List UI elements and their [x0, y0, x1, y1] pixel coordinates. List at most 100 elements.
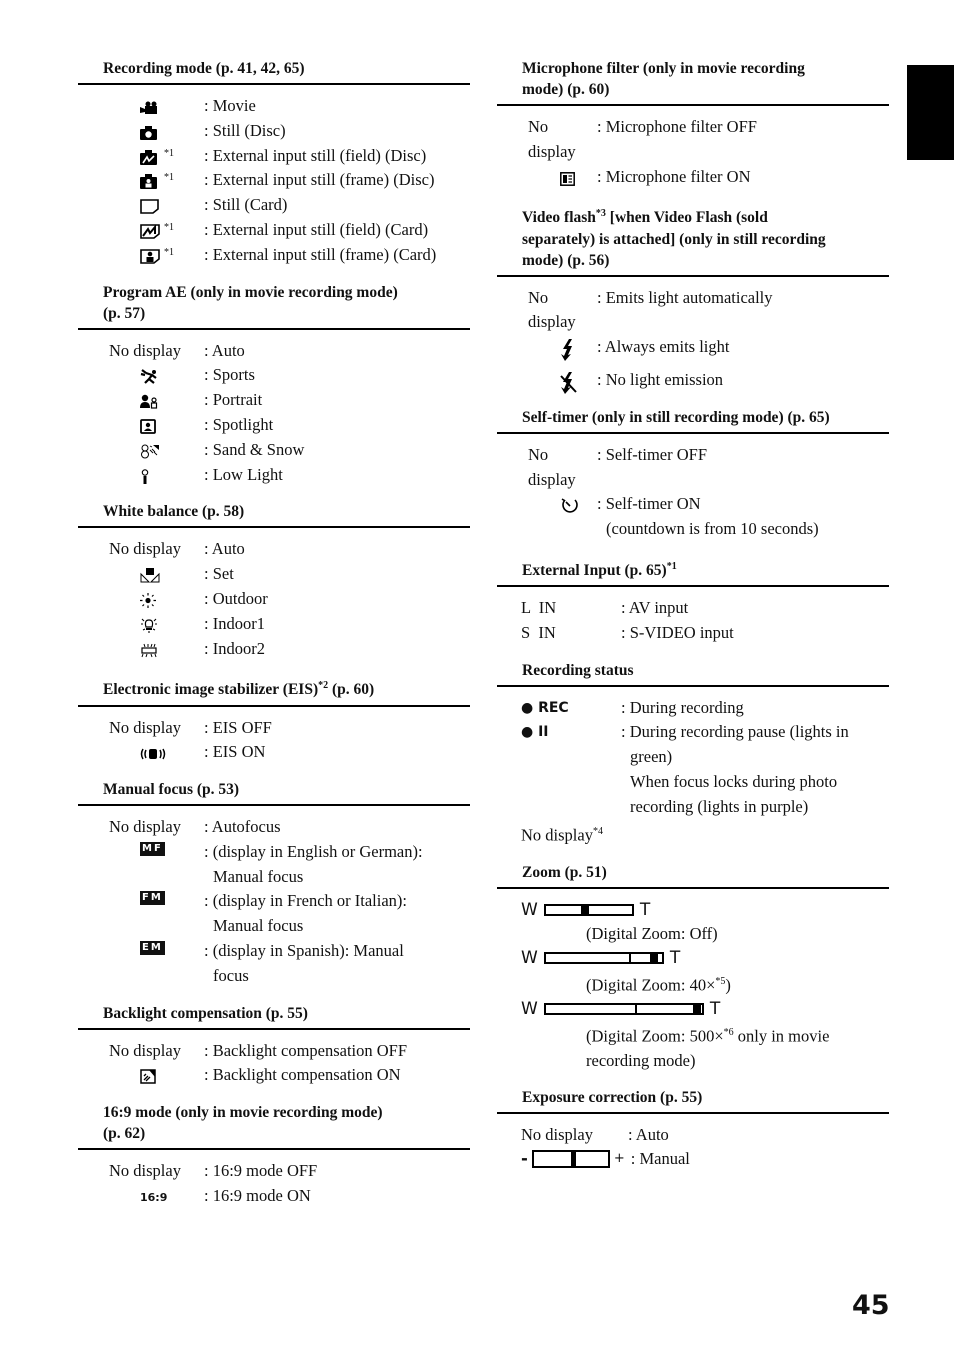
section-title: Microphone filter (only in movie recordi… [497, 58, 889, 106]
list-item: MF : (display in English or German): Manu… [140, 841, 423, 886]
list-item: *1: External input still (field) (Disc) [78, 144, 470, 169]
minus-icon: - [521, 1148, 528, 1168]
list-item: ● REC: During recording [497, 696, 889, 721]
list-item: No display: Auto [78, 339, 470, 364]
list-item: : Set [78, 562, 470, 587]
list-item: - + : Manual [497, 1147, 889, 1171]
list-item: : Indoor1 [78, 612, 470, 637]
section-title: Manual focus (p. 53) [78, 779, 470, 807]
wide-label: W [521, 947, 538, 968]
wide-label: W [521, 899, 538, 920]
no-display-label: No display [109, 1161, 181, 1181]
steady-hand-icon [140, 744, 166, 769]
section-title: Electronic image stabilizer (EIS)*2 (p. … [78, 675, 470, 707]
list-item: No display: Self-timer OFF [497, 443, 889, 493]
section-title: Program AE (only in movie recording mode… [78, 282, 470, 330]
list-item: No display: Microphone filter OFF [497, 115, 889, 165]
section-title: Recording status [497, 660, 889, 687]
list-item: No display: Backlight compensation OFF [78, 1039, 470, 1064]
section-program-ae: Program AE (only in movie recording mode… [78, 282, 470, 502]
list-item: : Always emits light [497, 335, 889, 362]
section-title: Backlight compensation (p. 55) [78, 1003, 470, 1030]
list-item: 16:9: 16:9 mode ON [78, 1184, 470, 1209]
footnote-marker: *1 [164, 221, 174, 233]
section-external-input: External Input (p. 65)*1 L IN: AV input S… [497, 556, 889, 660]
list-item: : Sand & Snow [78, 438, 470, 463]
section-title: Exposure correction (p. 55) [497, 1087, 889, 1114]
section-video-flash: Video flash*3 [when Video Flash (sold sep… [497, 203, 889, 406]
list-item: No display: Auto [78, 537, 470, 562]
low-light-icon [140, 467, 150, 492]
list-item: : No light emission [497, 368, 889, 394]
no-display-label: No display [528, 444, 576, 489]
page-number: 45 [852, 1290, 890, 1321]
list-item: : Still (Card) [78, 193, 470, 218]
section-eis: Electronic image stabilizer (EIS)*2 (p. … [78, 675, 470, 779]
zoom-caption: (Digital Zoom: 500×*6 only in movie recor… [586, 1026, 830, 1070]
zoom-bar [543, 1003, 704, 1016]
list-item: : Portrait [78, 388, 470, 413]
chapter-tab-marker [907, 65, 954, 160]
no-display-label: No display [528, 287, 576, 332]
manual-focus-badge-icon: FM [140, 891, 165, 906]
footnote-marker: *1 [164, 147, 174, 159]
no-display-label: No display [521, 825, 593, 845]
section-title: White balance (p. 58) [78, 501, 470, 529]
section-self-timer: Self-timer (only in still recording mode… [497, 407, 889, 556]
list-item: : Indoor2 [78, 637, 470, 662]
manual-focus-badge-icon: EM [140, 941, 165, 956]
list-item: L IN: AV input [497, 596, 889, 621]
list-item: : Still (Disc) [78, 119, 470, 144]
list-item: EM : (display in Spanish): Manual focus [140, 941, 404, 985]
input-label: L IN [521, 598, 557, 618]
list-item: No display: Autofocus [78, 815, 470, 840]
list-item: : Microphone filter ON [497, 165, 889, 190]
zoom-caption: (Digital Zoom: Off) [586, 923, 718, 943]
zoom-indicator: W T (Digital Zoom: Off) [497, 898, 889, 946]
flash-icon [560, 339, 574, 369]
section-zoom: Zoom (p. 51) W T (Digital Zoom: Off) W T (D… [497, 862, 889, 1087]
list-item: : Backlight compensation ON [78, 1063, 470, 1088]
list-item: No display*4 [521, 825, 603, 845]
section-recording-mode: Recording mode (p. 41, 42, 65) : Movie: … [78, 58, 470, 282]
list-item: : Outdoor [78, 587, 470, 612]
zoom-position-marker [693, 1005, 702, 1014]
tele-label: T [709, 999, 721, 1020]
flash-off-icon [560, 371, 578, 402]
list-item: S IN: S-VIDEO input [497, 621, 889, 646]
footnote-marker: *1 [164, 246, 174, 258]
list-item: : Sports [78, 363, 470, 388]
list-item: No display: Auto [497, 1123, 889, 1147]
backlight-icon [140, 1067, 156, 1092]
zoom-bar [543, 903, 634, 916]
no-display-label: No display [528, 117, 576, 161]
section-recording-status: Recording status ● REC: During recording… [497, 660, 889, 862]
section-title: Zoom (p. 51) [497, 862, 889, 889]
list-item: : Self-timer ON (countdown is from 10 sec… [497, 492, 889, 542]
list-item: : Spotlight [78, 413, 470, 438]
exposure-bar-marker [570, 1151, 576, 1166]
list-item: : Low Light [78, 463, 470, 488]
card-frame-icon [140, 247, 160, 272]
zoom-indicator: W T (Digital Zoom: 40×*5) [497, 946, 889, 998]
optical-limit-tick [629, 953, 632, 962]
tele-label: T [639, 899, 651, 920]
no-display-label: No display [109, 1040, 181, 1060]
left-column: Recording mode (p. 41, 42, 65) : Movie: … [78, 58, 470, 1223]
no-display-label: No display [109, 340, 181, 360]
zoom-position-marker [580, 905, 589, 914]
list-item: *1: External input still (frame) (Card) [78, 243, 470, 268]
section-title: Video flash*3 [when Video Flash (sold sep… [497, 203, 889, 277]
section-title: Self-timer (only in still recording mode… [497, 407, 889, 434]
fluorescent-icon [140, 641, 158, 666]
rec-indicator: ● REC [521, 699, 569, 716]
list-item: : Movie [78, 94, 470, 119]
manual-focus-badge-icon: MF [140, 841, 165, 856]
list-item: No display: 16:9 mode OFF [78, 1159, 470, 1184]
optical-limit-tick [634, 1005, 637, 1014]
zoom-caption: (Digital Zoom: 40×*5) [586, 975, 731, 995]
list-item: : EIS ON [78, 740, 470, 765]
section-title: Recording mode (p. 41, 42, 65) [78, 58, 470, 85]
section-backlight: Backlight compensation (p. 55) No displa… [78, 1003, 470, 1103]
no-display-label: No display [109, 817, 181, 837]
